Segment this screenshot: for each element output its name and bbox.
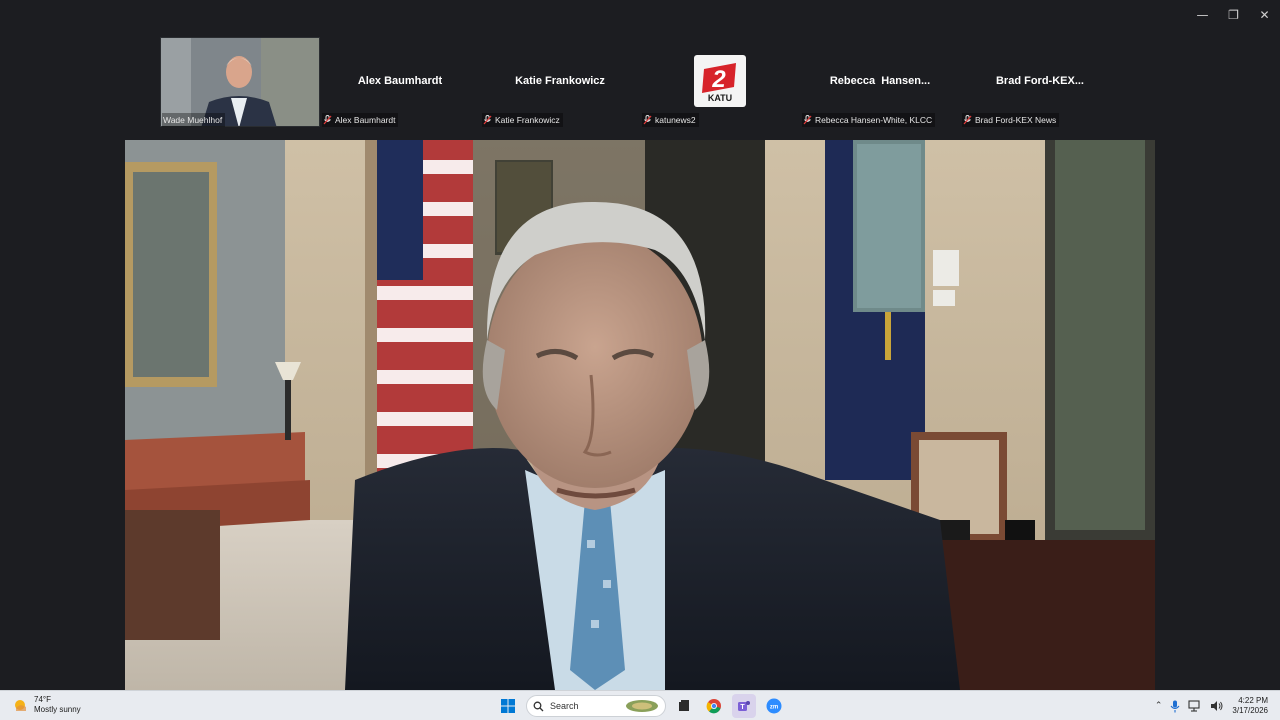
participant-display-name: Alex Baumhardt — [357, 75, 443, 87]
participant-name: Brad Ford-KEX News — [975, 115, 1057, 125]
task-view-icon — [679, 700, 689, 711]
chevron-up-icon[interactable]: ⌃ — [1155, 701, 1163, 711]
taskbar: 74°F Mostly sunny Search T zm ⌃ 4:22 PM … — [0, 690, 1280, 720]
participant-tile-brad[interactable]: Brad Ford-KEX... Brad Ford-KEX News — [960, 37, 1120, 127]
mic-muted-icon — [803, 115, 812, 125]
participant-name: Alex Baumhardt — [335, 115, 396, 125]
windows-icon — [501, 699, 515, 713]
participant-tile-wade[interactable]: Wade Muehlhof — [160, 37, 320, 127]
participant-name: katunews2 — [655, 115, 696, 125]
taskbar-clock[interactable]: 4:22 PM 3/17/2026 — [1232, 696, 1268, 716]
zoom-icon: zm — [766, 698, 782, 714]
teams-icon: T — [738, 701, 750, 711]
participant-display-name: Brad Ford-KEX... — [995, 75, 1084, 87]
participant-name-label: Brad Ford-KEX News — [962, 113, 1060, 127]
participant-display-name: Rebecca Hansen... — [829, 75, 931, 87]
participant-name-label: Alex Baumhardt — [322, 113, 399, 127]
taskbar-teams[interactable]: T — [732, 694, 756, 718]
taskbar-chrome[interactable] — [702, 694, 726, 718]
mic-muted-icon — [323, 115, 332, 125]
participant-strip: Wade Muehlhof Alex Baumhardt Alex Baumha… — [160, 37, 1120, 127]
meeting-window: — ❐ ✕ Wade Muehlhof Alex Baumhardt Alex … — [0, 0, 1280, 690]
microphone-icon[interactable] — [1170, 700, 1180, 713]
weather-condition: Mostly sunny — [34, 705, 81, 714]
participant-name: Wade Muehlhof — [163, 115, 223, 125]
mic-muted-icon — [483, 115, 492, 125]
network-icon[interactable] — [1188, 700, 1202, 712]
search-placeholder: Search — [550, 701, 579, 711]
weather-widget[interactable]: 74°F Mostly sunny — [12, 695, 81, 715]
participant-display-name: Katie Frankowicz — [515, 75, 605, 87]
mic-muted-icon — [963, 115, 972, 125]
svg-text:T: T — [740, 704, 745, 711]
task-view-button[interactable] — [672, 694, 696, 718]
svg-text:KATU: KATU — [708, 93, 732, 103]
chrome-icon — [706, 699, 721, 714]
search-icon — [533, 701, 544, 711]
sun-icon — [15, 700, 26, 711]
participant-name: Katie Frankowicz — [495, 115, 560, 125]
clock-date: 3/17/2026 — [1232, 706, 1268, 715]
speaker-icon[interactable] — [1210, 700, 1224, 712]
active-speaker-video[interactable] — [125, 140, 1155, 690]
minimize-button[interactable]: — — [1187, 0, 1218, 30]
participant-tile-rebecca[interactable]: Rebecca Hansen... Rebecca Hansen-White, … — [800, 37, 960, 127]
taskbar-search[interactable]: Search — [526, 695, 666, 717]
participant-name-label: Katie Frankowicz — [482, 113, 563, 127]
participant-tile-katunews2[interactable]: 2 KATU katunews2 — [640, 37, 800, 127]
svg-text:2: 2 — [711, 66, 726, 93]
start-button[interactable] — [496, 694, 520, 718]
taskbar-apps: Search T zm — [496, 694, 786, 718]
taskbar-zoom[interactable]: zm — [762, 694, 786, 718]
participant-name-label: Rebecca Hansen-White, KLCC — [802, 113, 936, 127]
search-highlight-icon — [626, 700, 658, 712]
svg-text:zm: zm — [770, 705, 778, 711]
katu-logo: 2 KATU — [694, 55, 746, 107]
participant-name-label: katunews2 — [642, 113, 699, 127]
system-tray: ⌃ 4:22 PM 3/17/2026 — [1155, 694, 1268, 718]
participant-tile-alex[interactable]: Alex Baumhardt Alex Baumhardt — [320, 37, 480, 127]
participant-name: Rebecca Hansen-White, KLCC — [815, 115, 933, 125]
mic-muted-icon — [643, 115, 652, 125]
office-scene — [125, 140, 1155, 690]
weather-temp: 74°F — [34, 695, 51, 704]
clock-time: 4:22 PM — [1238, 696, 1268, 705]
window-controls: — ❐ ✕ — [1187, 0, 1280, 30]
close-button[interactable]: ✕ — [1249, 0, 1280, 30]
restore-button[interactable]: ❐ — [1218, 0, 1249, 30]
participant-tile-katie[interactable]: Katie Frankowicz Katie Frankowicz — [480, 37, 640, 127]
participant-name-label: Wade Muehlhof — [162, 113, 226, 127]
